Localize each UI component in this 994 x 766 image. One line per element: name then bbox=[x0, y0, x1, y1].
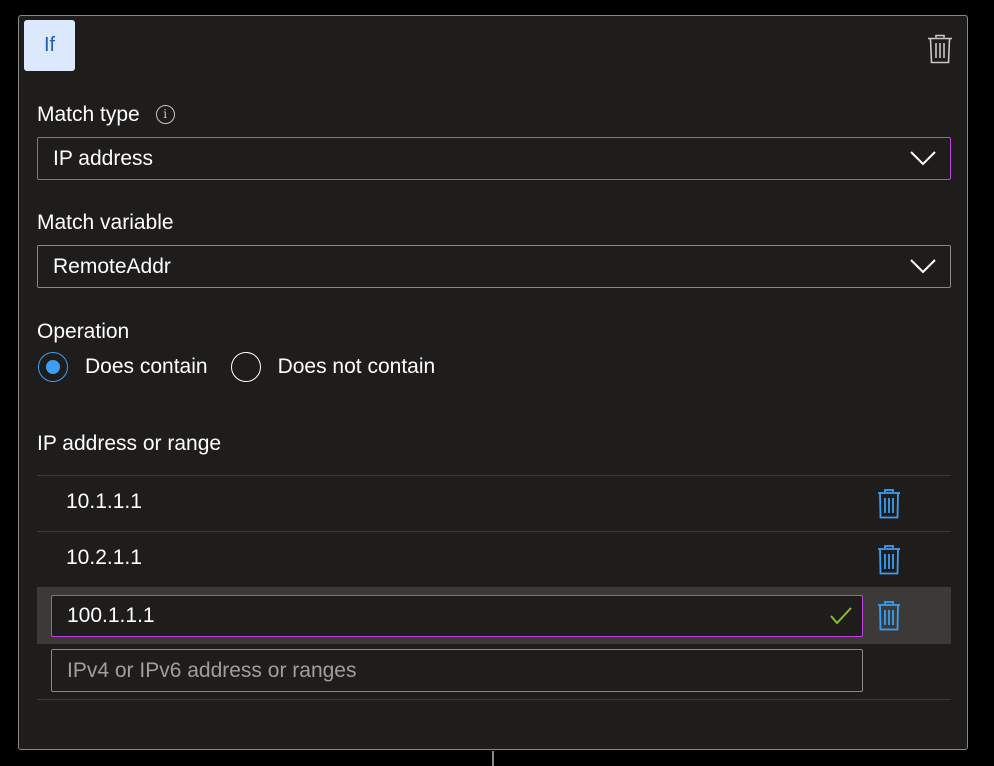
trash-icon bbox=[878, 489, 900, 519]
delete-ip-button[interactable] bbox=[875, 488, 903, 520]
ip-value: 10.1.1.1 bbox=[66, 490, 142, 513]
delete-ip-button[interactable] bbox=[875, 544, 903, 576]
operation-radio-group: Does contain Does not contain bbox=[38, 352, 435, 382]
ip-edit-value: 100.1.1.1 bbox=[67, 604, 155, 627]
info-icon[interactable]: i bbox=[155, 104, 175, 124]
if-badge: If bbox=[24, 20, 75, 71]
connector-line bbox=[492, 751, 494, 766]
radio-does-not-contain-label: Does not contain bbox=[277, 355, 436, 378]
match-type-label: Match type i bbox=[37, 103, 175, 127]
chevron-down-icon bbox=[910, 259, 936, 274]
match-variable-value: RemoteAddr bbox=[53, 254, 171, 278]
match-type-label-text: Match type bbox=[37, 103, 140, 126]
trash-icon bbox=[928, 34, 952, 64]
ip-new-row: IPv4 or IPv6 address or ranges bbox=[37, 643, 951, 700]
new-ip-input[interactable]: IPv4 or IPv6 address or ranges bbox=[51, 649, 863, 692]
match-variable-label: Match variable bbox=[37, 211, 174, 234]
match-variable-dropdown[interactable]: RemoteAddr bbox=[37, 245, 951, 288]
trash-icon bbox=[878, 601, 900, 631]
match-type-value: IP address bbox=[53, 146, 154, 170]
radio-does-contain[interactable]: Does contain bbox=[38, 352, 208, 382]
condition-card: If Match type i IP address Match variable… bbox=[18, 15, 968, 750]
ip-list-item[interactable]: 10.2.1.1 bbox=[37, 531, 951, 587]
ip-address-label: IP address or range bbox=[37, 432, 222, 455]
match-type-dropdown[interactable]: IP address bbox=[37, 137, 951, 180]
radio-does-not-contain[interactable]: Does not contain bbox=[230, 352, 436, 382]
operation-label: Operation bbox=[37, 320, 130, 343]
ip-edit-input[interactable]: 100.1.1.1 bbox=[51, 595, 863, 637]
radio-circle-checked[interactable] bbox=[38, 352, 68, 382]
ip-list-item[interactable]: 10.1.1.1 bbox=[37, 475, 951, 531]
delete-condition-button[interactable] bbox=[925, 32, 955, 66]
radio-circle-unchecked[interactable] bbox=[230, 352, 261, 382]
chevron-down-icon bbox=[910, 151, 936, 166]
radio-does-contain-label: Does contain bbox=[85, 355, 208, 378]
delete-ip-button[interactable] bbox=[875, 600, 903, 632]
trash-icon bbox=[878, 545, 900, 575]
ip-address-list: 10.1.1.1 10.2.1.1 100.1.1.1 IPv4 or IPv6… bbox=[37, 475, 951, 700]
checkmark-icon bbox=[830, 607, 852, 625]
ip-value: 10.2.1.1 bbox=[66, 546, 142, 569]
ip-list-item-editing[interactable]: 100.1.1.1 bbox=[37, 587, 951, 643]
new-ip-placeholder: IPv4 or IPv6 address or ranges bbox=[67, 658, 357, 682]
radio-dot bbox=[46, 360, 60, 374]
